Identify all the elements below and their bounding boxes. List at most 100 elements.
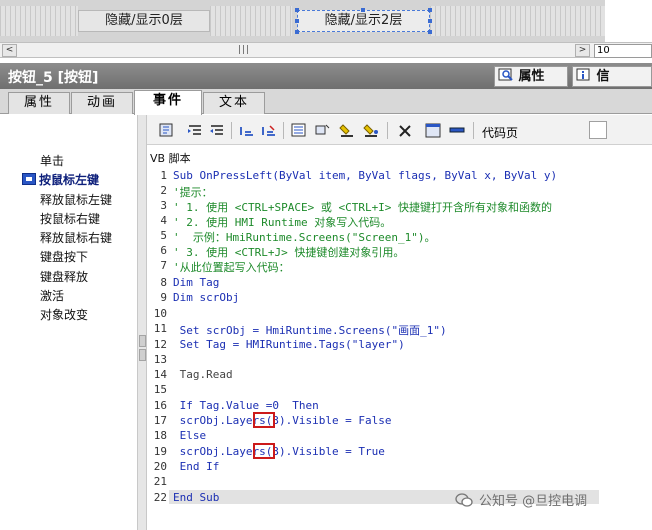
tag-icon[interactable] xyxy=(315,123,331,138)
pane-splitter[interactable] xyxy=(138,115,147,530)
code-line[interactable]: Tag.Read xyxy=(173,368,233,381)
info-tab[interactable]: 信 xyxy=(572,66,652,87)
code-line[interactable]: ' 3. 使用 <CTRL+J> 快捷键创建对象引用。 xyxy=(173,244,404,260)
codepage-label: 代码页 xyxy=(482,126,519,140)
vb-script-label: VB 脚本 xyxy=(150,152,191,165)
code-line[interactable]: Dim Tag xyxy=(173,276,219,289)
properties-icon xyxy=(498,68,513,81)
line-number: 11 xyxy=(153,322,167,335)
horizontal-scrollbar[interactable]: < ||| > 10 xyxy=(0,42,652,58)
line-number: 6 xyxy=(160,244,167,257)
outdent-icon[interactable] xyxy=(209,123,225,138)
selection-handle[interactable] xyxy=(295,19,299,23)
canvas-hatch xyxy=(210,6,292,36)
event-object-change[interactable]: 对象改变 xyxy=(40,306,88,323)
bookmark-icon[interactable] xyxy=(339,123,355,138)
selection-handle[interactable] xyxy=(428,30,432,34)
script-icon xyxy=(22,173,36,185)
line-number: 7 xyxy=(160,259,167,272)
toolbar-separator xyxy=(231,122,232,139)
line-number: 8 xyxy=(160,276,167,289)
line-number: 19 xyxy=(153,445,167,458)
indent-icon[interactable] xyxy=(187,123,203,138)
tab-properties[interactable]: 属性 xyxy=(8,92,70,114)
event-key-down[interactable]: 键盘按下 xyxy=(40,248,88,265)
code-line[interactable]: '提示： xyxy=(173,184,213,200)
selection-handle[interactable] xyxy=(428,8,432,12)
object-list-icon[interactable] xyxy=(291,123,307,138)
line-number: 10 xyxy=(153,307,167,320)
code-line[interactable]: ' 示例：HmiRuntime.Screens("Screen_1")。 xyxy=(173,229,436,245)
watermark-text: 公知号 @旦控电调 xyxy=(479,494,588,509)
info-tab-label: 信 xyxy=(596,69,610,84)
minus-icon[interactable] xyxy=(449,123,465,138)
toggle-layer-2-button[interactable]: 隐藏/显示2层 xyxy=(297,10,430,32)
line-number: 17 xyxy=(153,414,167,427)
event-key-up[interactable]: 键盘释放 xyxy=(40,268,88,285)
line-number: 4 xyxy=(160,214,167,227)
canvas-hatch xyxy=(0,6,78,36)
code-line[interactable]: If Tag.Value =0 Then xyxy=(173,399,319,412)
code-line[interactable]: End If xyxy=(173,460,220,473)
event-label: 按鼠标左键 xyxy=(39,173,100,187)
event-press-left[interactable]: 按鼠标左键 xyxy=(22,171,99,188)
code-editor[interactable]: 1 Sub OnPressLeft(ByVal item, ByVal flag… xyxy=(147,165,652,530)
comment-icon[interactable] xyxy=(239,123,255,138)
code-line[interactable]: scrObj.Layers(3).Visible = True xyxy=(173,445,385,458)
code-line[interactable]: Set Tag = HMIRuntime.Tags("layer") xyxy=(173,338,405,351)
event-press-right[interactable]: 按鼠标右键 xyxy=(40,210,100,227)
tab-texts[interactable]: 文本 xyxy=(203,92,265,114)
selection-handle[interactable] xyxy=(361,8,365,12)
event-release-right[interactable]: 释放鼠标右键 xyxy=(40,229,112,246)
code-line[interactable]: End Sub xyxy=(173,491,219,504)
properties-tab[interactable]: 属性 xyxy=(494,66,568,87)
line-number: 16 xyxy=(153,399,167,412)
event-click[interactable]: 单击 xyxy=(40,152,64,169)
properties-tab-label: 属性 xyxy=(518,69,545,84)
code-line[interactable]: Else xyxy=(173,429,207,442)
inspector-tabs: 属性 动画 事件 文本 xyxy=(0,89,652,115)
zoom-field[interactable]: 10 xyxy=(594,44,652,58)
scroll-right-button[interactable]: > xyxy=(575,44,590,57)
tab-animations[interactable]: 动画 xyxy=(71,92,133,114)
line-number: 22 xyxy=(153,491,167,504)
uncomment-icon[interactable] xyxy=(261,123,277,138)
canvas-hatch xyxy=(430,6,605,36)
dialog-icon[interactable] xyxy=(425,123,441,138)
watermark: 公知号 @旦控电调 xyxy=(455,490,587,509)
line-number: 14 xyxy=(153,368,167,381)
line-number: 9 xyxy=(160,291,167,304)
selection-handle[interactable] xyxy=(295,8,299,12)
script-insert-icon[interactable] xyxy=(159,123,175,138)
toggle-layer-0-button[interactable]: 隐藏/显示0层 xyxy=(78,10,210,32)
collapse-left-button[interactable] xyxy=(139,335,146,347)
scroll-thumb-grip[interactable]: ||| xyxy=(238,45,250,55)
line-number: 15 xyxy=(153,383,167,396)
line-number: 1 xyxy=(160,169,167,182)
highlight-box xyxy=(253,412,275,428)
code-line[interactable]: Set scrObj = HmiRuntime.Screens("画面_1") xyxy=(173,322,447,338)
line-number: 3 xyxy=(160,199,167,212)
toolbar-separator xyxy=(387,122,388,139)
code-line[interactable]: Sub OnPressLeft(ByVal item, ByVal flags,… xyxy=(173,169,557,182)
event-activate[interactable]: 激活 xyxy=(40,287,64,304)
event-release-left[interactable]: 释放鼠标左键 xyxy=(40,191,112,208)
code-line[interactable]: '从此位置起写入代码： xyxy=(173,259,290,275)
code-line[interactable]: ' 1. 使用 <CTRL+SPACE> 或 <CTRL+I> 快捷键打开含所有… xyxy=(173,199,552,215)
code-line[interactable]: ' 2. 使用 HMI Runtime 对象写入代码。 xyxy=(173,214,391,230)
code-line[interactable]: scrObj.Layers(3).Visible = False xyxy=(173,414,392,427)
code-line[interactable]: Dim scrObj xyxy=(173,291,239,304)
selection-handle[interactable] xyxy=(428,19,432,23)
bookmark-next-icon[interactable] xyxy=(363,123,379,138)
delete-icon[interactable] xyxy=(397,123,413,138)
tab-events[interactable]: 事件 xyxy=(134,90,202,115)
scroll-left-button[interactable]: < xyxy=(2,44,17,57)
selection-handle[interactable] xyxy=(295,30,299,34)
line-number: 5 xyxy=(160,229,167,242)
codepage-select[interactable] xyxy=(589,121,607,139)
event-list: 单击 按鼠标左键 释放鼠标左键 按鼠标右键 释放鼠标右键 键盘按下 键盘释放 激… xyxy=(0,115,138,530)
line-number: 13 xyxy=(153,353,167,366)
line-number: 2 xyxy=(160,184,167,197)
line-number: 18 xyxy=(153,429,167,442)
collapse-right-button[interactable] xyxy=(139,349,146,361)
